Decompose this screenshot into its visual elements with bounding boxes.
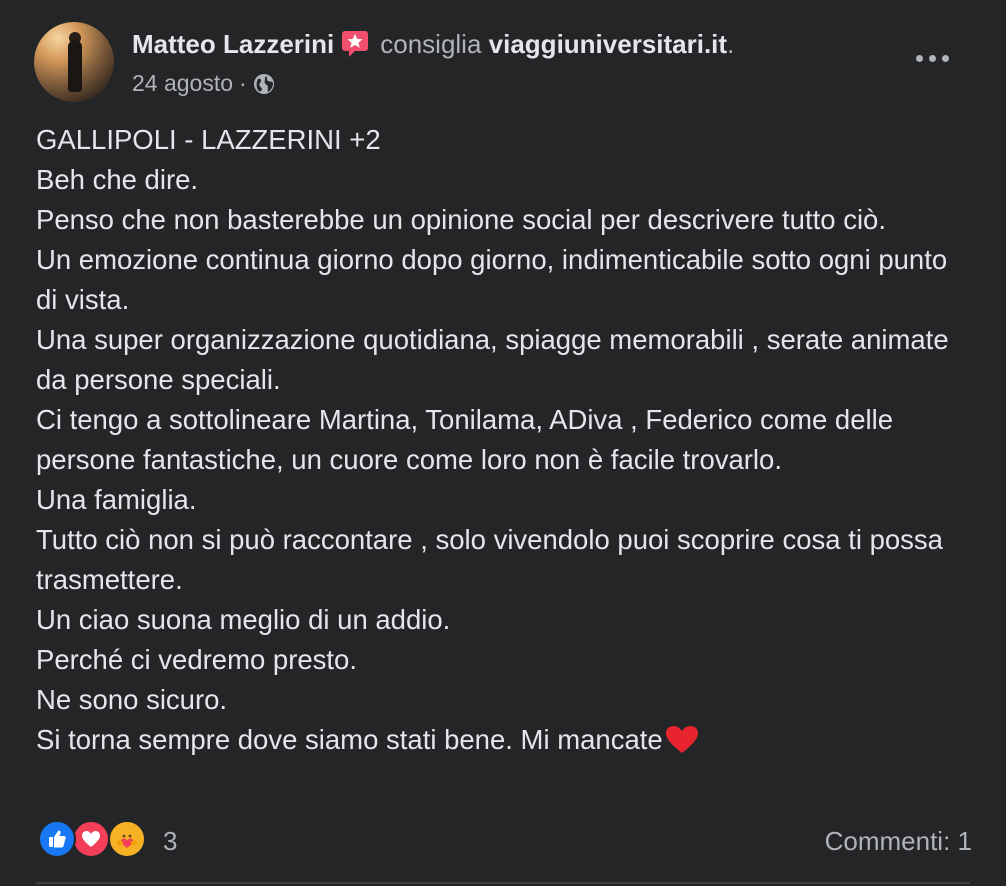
post-header: Matteo Lazzerini consiglia viaggiunivers… bbox=[34, 22, 982, 104]
avatar[interactable] bbox=[34, 22, 114, 102]
more-dot bbox=[916, 55, 923, 62]
post-paragraph: Ne sono sicuro. bbox=[36, 684, 228, 715]
meta-separator: · bbox=[239, 70, 247, 96]
post-paragraph: Ci tengo a sottolineare Martina, Tonilam… bbox=[36, 404, 894, 475]
thumbs-up-icon bbox=[49, 830, 66, 848]
post-paragraph: Perché ci vedremo presto. bbox=[36, 644, 357, 675]
post-paragraph: Tutto ciò non si può raccontare , solo v… bbox=[36, 524, 943, 595]
recommendation-star-icon bbox=[342, 31, 369, 57]
page-link[interactable]: viaggiuniversitari.it bbox=[489, 29, 727, 59]
more-dot bbox=[942, 55, 949, 62]
post-paragraph: Beh che dire. bbox=[36, 164, 199, 195]
post-paragraph: Un ciao suona meglio di un addio. bbox=[36, 604, 451, 635]
post-paragraph: Penso che non basterebbe un opinione soc… bbox=[36, 204, 886, 235]
love-reaction-icon bbox=[72, 820, 110, 858]
last-line-text: Si torna sempre dove siamo stati bene. M… bbox=[36, 724, 663, 755]
more-dot bbox=[929, 55, 936, 62]
post-last-line: Si torna sempre dove siamo stati bene. M… bbox=[36, 720, 976, 760]
globe-icon bbox=[253, 74, 274, 94]
post-paragraph: GALLIPOLI - LAZZERINI +2 bbox=[36, 124, 381, 155]
more-options-icon[interactable] bbox=[914, 46, 954, 70]
post-body: GALLIPOLI - LAZZERINI +2 Beh che dire. P… bbox=[36, 120, 976, 760]
heart-icon bbox=[82, 831, 100, 847]
post-paragraph: Un emozione continua giorno dopo giorno,… bbox=[36, 244, 948, 315]
care-reaction-icon bbox=[108, 820, 146, 858]
comments-count[interactable]: Commenti: 1 bbox=[825, 826, 972, 857]
post-paragraph: Una famiglia. bbox=[36, 484, 197, 515]
avatar-figure bbox=[68, 40, 82, 92]
page-suffix: . bbox=[727, 29, 735, 59]
divider bbox=[36, 882, 970, 884]
like-reaction-icon bbox=[38, 820, 76, 858]
care-face-icon bbox=[117, 834, 137, 848]
reaction-count[interactable]: 3 bbox=[163, 826, 177, 857]
post-date[interactable]: 24 agosto bbox=[132, 70, 233, 96]
post-paragraph: Una super organizzazione quotidiana, spi… bbox=[36, 324, 949, 395]
author-line: Matteo Lazzerini consiglia viaggiunivers… bbox=[132, 28, 734, 60]
recommends-label: consiglia bbox=[380, 29, 482, 59]
red-heart-emoji bbox=[665, 726, 698, 753]
post-meta: 24 agosto · bbox=[132, 68, 275, 98]
author-name[interactable]: Matteo Lazzerini bbox=[132, 29, 334, 59]
post-card: Matteo Lazzerini consiglia viaggiunivers… bbox=[0, 0, 1006, 886]
